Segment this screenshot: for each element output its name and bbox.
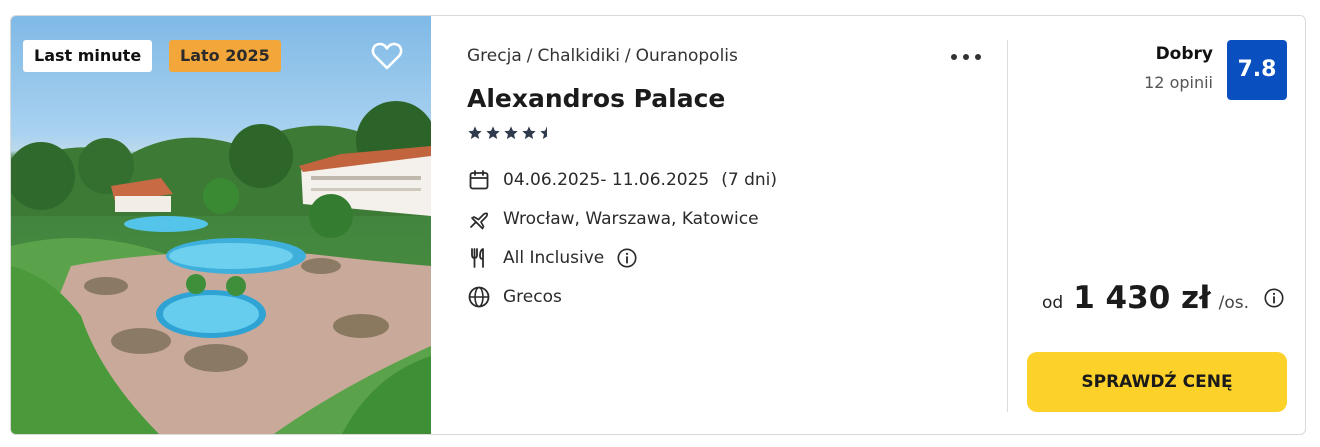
board-row: All Inclusive	[467, 246, 638, 270]
info-icon[interactable]	[1263, 287, 1285, 309]
star-icon	[486, 126, 500, 139]
more-dots-icon	[951, 54, 957, 60]
season-badge: Lato 2025	[169, 40, 281, 72]
dates-row: 04.06.2025- 11.06.2025 (7 dni)	[467, 168, 777, 192]
star-icon	[504, 126, 518, 139]
rating-label: Dobry	[1155, 44, 1213, 64]
cutlery-icon	[467, 246, 491, 270]
rating-score-badge: 7.8	[1227, 40, 1287, 100]
hotel-name[interactable]: Alexandros Palace	[467, 84, 725, 113]
rating-count[interactable]: 12 opinii	[1144, 73, 1213, 92]
favorite-button[interactable]	[369, 38, 405, 74]
breadcrumb-separator: /	[526, 46, 533, 66]
duration-text: (7 dni)	[721, 170, 777, 190]
star-rating	[467, 125, 555, 141]
breadcrumb: Grecja / Chalkidiki / Ouranopolis	[467, 46, 738, 66]
breadcrumb-city[interactable]: Ouranopolis	[636, 46, 738, 66]
star-icon	[522, 126, 536, 139]
price-block: od 1 430 zł /os.	[1042, 280, 1285, 316]
plane-icon	[467, 207, 491, 231]
breadcrumb-separator: /	[624, 46, 631, 66]
price-amount: 1 430 zł	[1073, 280, 1211, 316]
departures-row: Wrocław, Warszawa, Katowice	[467, 207, 759, 231]
calendar-icon	[467, 168, 491, 192]
more-dots-icon	[963, 54, 969, 60]
half-star-icon	[540, 126, 547, 139]
operator-row: Grecos	[467, 285, 562, 309]
more-dots-icon	[975, 54, 981, 60]
offer-info: Grecja / Chalkidiki / Ouranopolis Alexandros…	[467, 16, 1007, 434]
more-options-button[interactable]	[949, 42, 983, 70]
heart-icon	[371, 42, 403, 70]
star-icon	[468, 126, 482, 139]
board-text: All Inclusive	[503, 248, 605, 268]
check-price-button[interactable]: SPRAWDŹ CENĘ	[1027, 352, 1287, 412]
breadcrumb-country[interactable]: Grecja	[467, 46, 522, 66]
price-prefix: od	[1041, 293, 1064, 313]
hotel-photo-illustration	[11, 101, 431, 434]
departures-text: Wrocław, Warszawa, Katowice	[503, 209, 759, 229]
offer-card[interactable]: Last minute Lato 2025 Grecja / Chalkidiki /…	[10, 15, 1306, 435]
operator-text: Grecos	[503, 287, 562, 307]
last-minute-badge: Last minute	[23, 40, 153, 72]
hotel-photo[interactable]: Last minute Lato 2025	[11, 16, 431, 434]
globe-icon	[467, 285, 491, 309]
info-icon[interactable]	[616, 247, 638, 269]
price-suffix: /os.	[1218, 293, 1249, 313]
breadcrumb-region[interactable]: Chalkidiki	[537, 46, 619, 66]
dates-text: 04.06.2025- 11.06.2025	[503, 170, 710, 190]
vertical-divider	[1007, 40, 1008, 412]
